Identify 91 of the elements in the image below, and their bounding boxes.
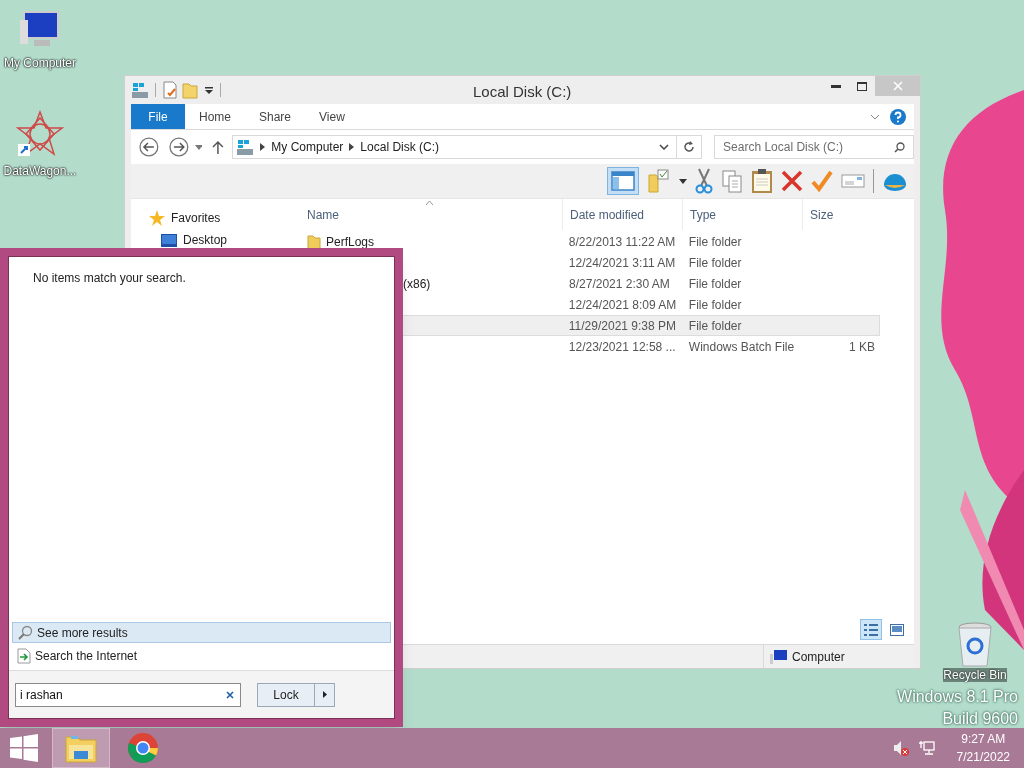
start-search-link[interactable]: See more results	[12, 622, 391, 643]
os-build-text: Build 9600	[942, 709, 1018, 729]
file-name: PerfLogs	[326, 233, 375, 251]
search-field[interactable]: Search Local Disk (C:)	[714, 135, 914, 159]
os-edition-text: Windows 8.1 Pro	[897, 687, 1018, 707]
network-icon[interactable]	[918, 740, 935, 756]
help-icon[interactable]	[890, 108, 906, 125]
column-header[interactable]: Date modified	[562, 199, 682, 230]
start-search-field[interactable]: i rashan	[15, 682, 241, 707]
clear-icon[interactable]	[226, 690, 234, 699]
star-icon	[149, 210, 165, 226]
sidebar-item[interactable]: Favorites	[171, 209, 221, 227]
table-cell-text: 11/29/2021 9:38 PM	[567, 317, 677, 335]
up-arrow-icon[interactable]	[212, 140, 225, 154]
table-cell-text: 12/23/2021 12:58 ...	[567, 338, 677, 356]
column-header[interactable]: Size	[802, 199, 880, 230]
sidebar-item[interactable]: Desktop	[183, 231, 228, 249]
ribbon-tab[interactable]: Share	[245, 104, 306, 129]
refresh-button[interactable]	[676, 135, 703, 159]
table-cell-text: File folder	[687, 254, 743, 272]
table-cell-text: 12/24/2021 8:09 AM	[567, 296, 678, 314]
muted-speaker-icon[interactable]	[892, 740, 909, 756]
drive-icon	[236, 138, 255, 156]
minimize-icon	[831, 84, 841, 88]
ribbon-tab[interactable]: File	[131, 104, 185, 129]
file-row[interactable]: PerfLogs 8/22/2013 11:22 AM File folder	[300, 231, 880, 252]
search-icon	[17, 624, 33, 641]
breadcrumb[interactable]: Local Disk (C:)	[360, 138, 440, 156]
page-arrow-icon	[17, 647, 31, 664]
table-cell-text: 1 KB	[849, 338, 875, 356]
star-pattern-icon	[16, 110, 64, 158]
clipboard-icon[interactable]	[751, 168, 773, 194]
search-input[interactable]: i rashan	[20, 685, 226, 704]
forward-icon[interactable]	[168, 137, 189, 157]
back-icon[interactable]	[139, 137, 159, 157]
caret-icon[interactable]	[204, 85, 214, 95]
folder-icon	[307, 233, 321, 250]
column-header[interactable]: Name	[300, 199, 562, 230]
table-cell-text: Windows Batch File	[687, 338, 796, 356]
ribbon-tab[interactable]: View	[305, 104, 359, 129]
clock-date[interactable]: 7/21/2022	[956, 748, 1010, 766]
table-cell-text: File folder	[687, 275, 743, 293]
power-options-button[interactable]	[315, 682, 335, 707]
windows-logo-icon	[10, 734, 38, 762]
file-name: (x86)	[403, 275, 431, 293]
caret-icon[interactable]	[679, 178, 687, 184]
computer-icon	[770, 649, 788, 664]
desktop-icon-label[interactable]: Recycle Bin	[943, 668, 1007, 682]
browser-icon	[127, 732, 159, 764]
search-input[interactable]: Search Local Disk (C:)	[723, 138, 894, 156]
maximize-icon	[857, 81, 867, 91]
preview-view-icon	[890, 623, 904, 636]
refresh-icon	[682, 141, 695, 153]
view-toggle[interactable]	[860, 619, 882, 640]
pane-toggle-button[interactable]	[607, 167, 639, 195]
table-cell-text: File folder	[687, 296, 743, 314]
checkmark-icon[interactable]	[811, 170, 833, 192]
scissors-icon[interactable]	[695, 168, 713, 194]
clock-time[interactable]: 9:27 AM	[961, 730, 1006, 748]
breadcrumb[interactable]: My Computer	[271, 138, 344, 156]
ribbon-tab[interactable]: Home	[185, 104, 245, 129]
chevron-down-icon[interactable]	[659, 144, 670, 150]
properties-icon[interactable]	[162, 81, 178, 99]
window-title: Local Disk (C:)	[473, 82, 572, 102]
table-cell-text: 12/24/2021 3:11 AM	[567, 254, 677, 272]
table-cell-text: 8/22/2013 11:22 AM	[567, 233, 677, 251]
taskbar-app[interactable]	[52, 728, 110, 768]
column-header[interactable]: Type	[682, 199, 802, 230]
folder-icon	[65, 733, 97, 763]
table-cell-text: 8/27/2021 2:30 AM	[568, 275, 671, 293]
chevron-right-icon[interactable]	[349, 143, 355, 151]
rename-icon[interactable]	[841, 173, 865, 189]
delete-icon[interactable]	[781, 170, 803, 192]
table-cell-text: File folder	[687, 233, 743, 251]
table-cell-text: File folder	[687, 317, 743, 335]
caret-right-icon	[322, 691, 327, 698]
recycle-bin-icon	[957, 622, 993, 668]
no-results-message: No items match your search.	[33, 270, 187, 287]
details-view-icon	[863, 622, 879, 637]
status-location: Computer	[792, 648, 845, 666]
chevron-right-icon[interactable]	[260, 143, 266, 151]
sort-caret-icon[interactable]	[426, 201, 433, 205]
panes-icon	[611, 171, 635, 191]
start-search-link[interactable]: Search the Internet	[12, 645, 391, 666]
search-icon	[894, 141, 905, 153]
close-icon	[892, 81, 903, 91]
monitor-icon	[161, 233, 177, 247]
drive-icon[interactable]	[131, 81, 149, 99]
lock-button[interactable]: Lock	[257, 682, 315, 707]
address-bar[interactable]: My Computer Local Disk (C:)	[232, 135, 678, 159]
folder-check-icon[interactable]	[647, 169, 671, 193]
